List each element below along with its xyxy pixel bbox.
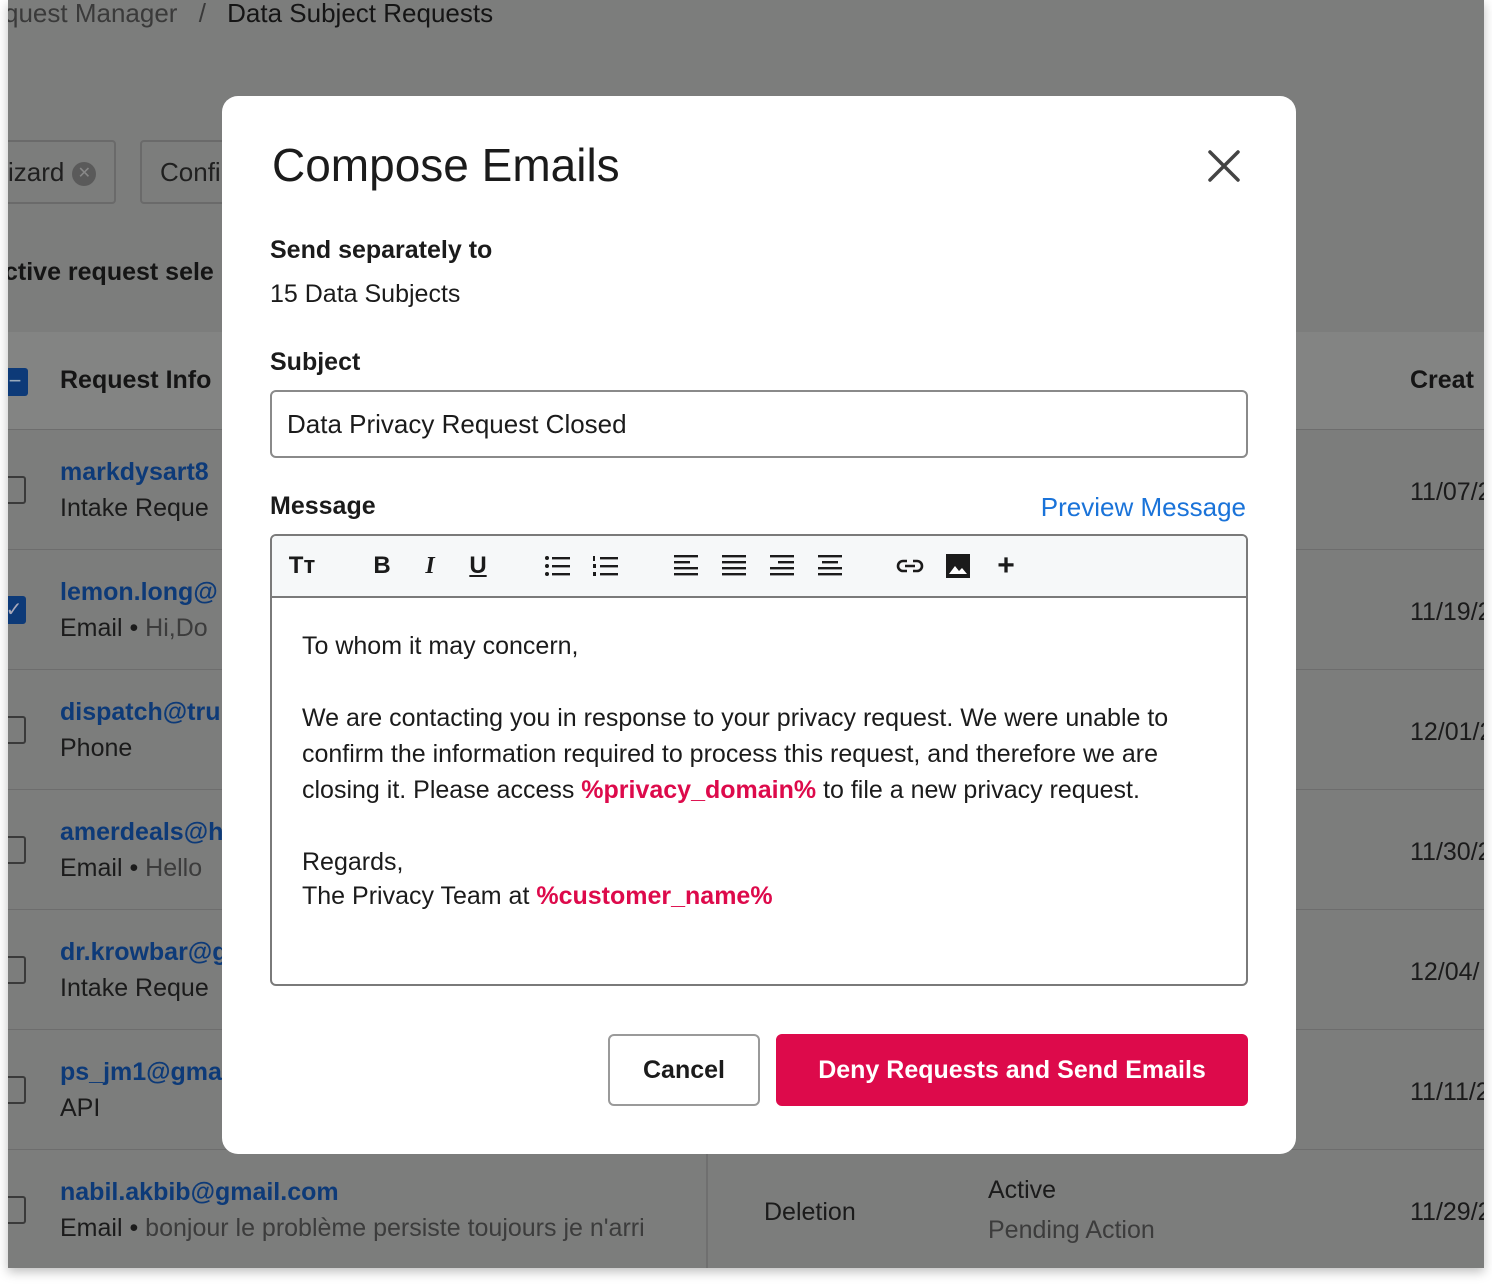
subject-label: Subject [270,348,361,376]
table-row[interactable]: nabil.akbib@gmail.com Email • bonjour le… [8,1150,1484,1268]
source-label: Email [60,854,123,882]
source-label: Email [60,1214,123,1242]
close-icon[interactable] [1204,146,1244,186]
row-checkbox[interactable] [8,956,26,984]
column-header-request-info[interactable]: Request Info [60,366,211,395]
breadcrumb: quest Manager / Data Subject Requests [8,0,493,29]
request-snippet: bonjour le problème persiste toujours je… [145,1214,645,1242]
created-date: 11/30/2 [1410,838,1484,866]
bullet-list-icon[interactable] [542,550,574,582]
row-checkbox[interactable] [8,476,26,504]
message-paragraph: We are contacting you in response to you… [302,700,1216,808]
request-source: API [60,1094,100,1123]
send-to-label: Send separately to [270,236,493,264]
row-checkbox[interactable] [8,1076,26,1104]
request-substatus: Pending Action [988,1216,1155,1244]
subject-input[interactable] [270,390,1248,458]
selection-summary: ctive request sele [8,258,214,286]
underline-icon[interactable]: U [462,550,494,582]
compose-emails-dialog: Compose Emails Send separately to 15 Dat… [222,96,1296,1154]
request-type: Deletion [764,1198,856,1226]
cancel-button[interactable]: Cancel [608,1034,760,1106]
row-checkbox[interactable] [8,716,26,744]
requester-email-link[interactable]: ps_jm1@gma [60,1058,222,1087]
image-icon[interactable] [942,550,974,582]
align-center-icon[interactable] [814,550,846,582]
deny-and-send-button[interactable]: Deny Requests and Send Emails [776,1034,1248,1106]
text-size-icon[interactable]: Tт [286,550,318,582]
filter-chip-label: Confi [160,157,221,187]
align-right-icon[interactable] [766,550,798,582]
message-text: The Privacy Team at [302,882,537,910]
message-body[interactable]: To whom it may concern, We are contactin… [272,598,1246,944]
align-justify-icon[interactable] [718,550,750,582]
filter-chip-label: izard [8,157,65,187]
italic-icon[interactable]: I [414,550,446,582]
remove-filter-icon[interactable]: ✕ [72,162,97,187]
created-date: 12/01/2 [1410,718,1484,746]
filter-chip[interactable]: izard ✕ [8,140,117,204]
row-checkbox[interactable] [8,836,26,864]
requester-email-link[interactable]: lemon.long@ [60,578,218,607]
message-editor[interactable]: Tт B I U + To whom it may concern, We ar… [270,534,1248,986]
request-source: Email • bonjour le problème persiste tou… [60,1214,645,1242]
request-status: Active [988,1176,1057,1204]
message-signature: The Privacy Team at %customer_name% [302,878,1216,914]
send-to-value: 15 Data Subjects [270,280,461,308]
message-regards: Regards, [302,848,404,876]
requester-email-link[interactable]: nabil.akbib@gmail.com [60,1178,339,1207]
align-left-icon[interactable] [670,550,702,582]
privacy-domain-variable: %privacy_domain% [581,776,817,804]
breadcrumb-parent[interactable]: quest Manager [8,0,177,28]
request-source: Email • Hello [60,854,203,882]
request-source: Phone [60,734,132,763]
numbered-list-icon[interactable] [590,550,622,582]
requester-email-link[interactable]: dr.krowbar@g [60,938,227,967]
add-icon[interactable]: + [990,550,1022,582]
source-label: Phone [60,734,133,762]
link-icon[interactable] [894,550,926,582]
select-all-checkbox[interactable]: − [8,368,28,396]
source-label: Intake Reque [60,494,209,522]
request-source: Email • Hi,Do [60,614,208,642]
breadcrumb-current: Data Subject Requests [227,0,494,28]
column-divider [706,1150,708,1268]
row-checkbox[interactable] [8,1196,26,1224]
preview-message-link[interactable]: Preview Message [1041,492,1246,523]
created-date: 11/11/2 [1410,1078,1484,1106]
created-date: 11/29/2 [1410,1198,1484,1226]
requester-email-link[interactable]: dispatch@tru [60,698,221,727]
created-date: 12/04/ [1410,958,1480,986]
bold-icon[interactable]: B [366,550,398,582]
message-greeting: To whom it may concern, [302,632,579,660]
requester-email-link[interactable]: markdysart8 [60,458,209,487]
request-snippet: Hello [145,854,203,882]
request-source: Intake Reque [60,494,209,523]
breadcrumb-separator: / [198,0,206,28]
message-text: to file a new privacy request. [816,776,1140,804]
column-header-created[interactable]: Creat [1410,366,1474,395]
editor-toolbar: Tт B I U + [272,536,1246,598]
source-label: Intake Reque [60,974,209,1002]
row-checkbox[interactable]: ✓ [8,596,26,624]
dialog-title: Compose Emails [272,139,620,191]
source-label: API [60,1094,101,1122]
request-source: Intake Reque [60,974,209,1003]
request-snippet: Hi,Do [145,614,208,642]
created-date: 11/07/2 [1410,478,1484,506]
message-label: Message [270,492,376,520]
customer-name-variable: %customer_name% [536,882,773,910]
source-label: Email [60,614,123,642]
created-date: 11/19/2 [1410,598,1484,626]
requester-email-link[interactable]: amerdeals@h [60,818,223,847]
